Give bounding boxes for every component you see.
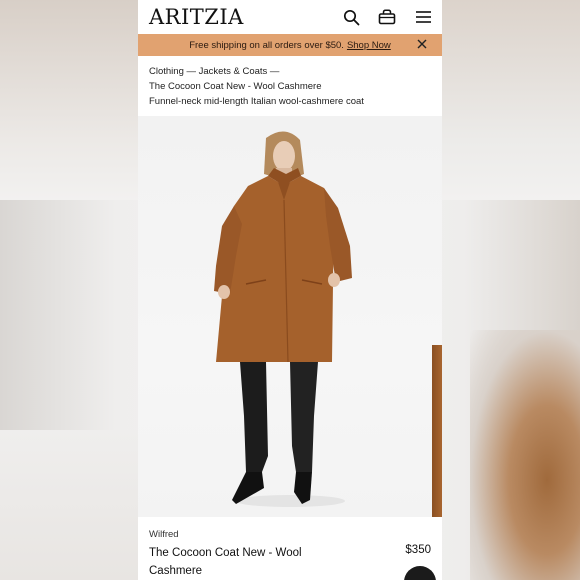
bag-icon[interactable]	[378, 8, 396, 26]
menu-icon[interactable]	[414, 8, 432, 26]
brand-logo[interactable]: ARITZIA	[149, 5, 244, 29]
breadcrumb-path: Clothing — Jackets & Coats —	[149, 64, 431, 79]
shop-now-link[interactable]: Shop Now	[347, 40, 391, 51]
background-blur-right-top	[442, 0, 580, 200]
breadcrumb-separator: —	[186, 66, 199, 77]
promo-text: Free shipping on all orders over $50.	[189, 39, 344, 51]
background-blur-left-bottom	[0, 430, 138, 580]
close-icon[interactable]	[416, 38, 428, 50]
breadcrumb-separator: —	[269, 66, 280, 77]
top-bar: ARITZIA	[138, 0, 442, 34]
product-title-row: The Cocoon Coat New - Wool Cashmere $350	[149, 544, 431, 580]
header-icons	[342, 8, 432, 26]
model-photo	[214, 131, 352, 507]
breadcrumb-current: The Cocoon Coat New - Wool Cashmere	[149, 81, 322, 92]
product-description: Funnel-neck mid-length Italian wool-cash…	[149, 96, 364, 107]
search-icon[interactable]	[342, 8, 360, 26]
mobile-page: ARITZIA Free shipping on all orders over…	[138, 0, 442, 580]
product-image[interactable]	[138, 116, 442, 517]
breadcrumb-clothing[interactable]: Clothing	[149, 66, 184, 77]
background-blur-left-top	[0, 0, 138, 200]
next-image-peek[interactable]	[432, 345, 442, 517]
product-name[interactable]: The Cocoon Coat New - Wool Cashmere	[149, 544, 339, 580]
promo-banner: Free shipping on all orders over $50. Sh…	[138, 34, 442, 56]
product-brand[interactable]: Wilfred	[149, 529, 431, 540]
product-info: Wilfred The Cocoon Coat New - Wool Cashm…	[138, 517, 442, 580]
breadcrumb: Clothing — Jackets & Coats — The Cocoon …	[138, 56, 442, 116]
background-blur-right-coat	[470, 330, 580, 580]
breadcrumb-jackets-coats[interactable]: Jackets & Coats	[199, 66, 268, 77]
